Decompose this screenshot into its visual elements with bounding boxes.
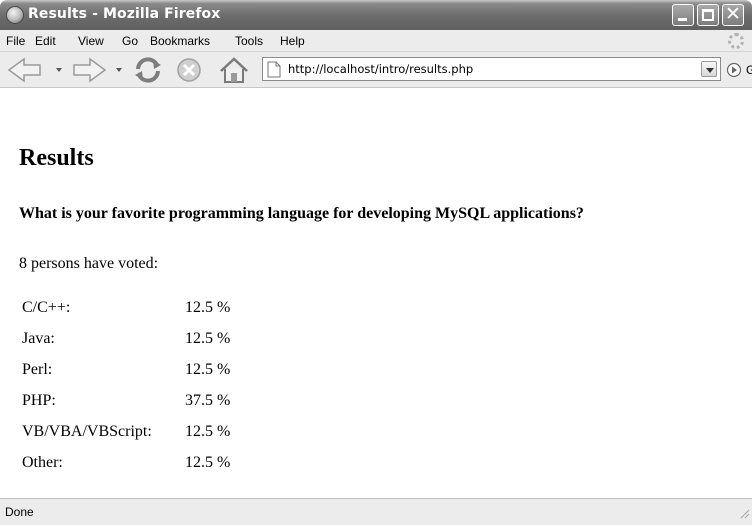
go-label[interactable]: Go	[746, 63, 752, 77]
poll-question: What is your favorite programming langua…	[19, 205, 584, 222]
status-bar: Done	[0, 498, 752, 525]
back-arrow-icon	[7, 57, 41, 83]
percent-cell: 37.5 %	[185, 392, 231, 409]
reload-icon	[135, 57, 161, 83]
stop-button[interactable]	[174, 56, 204, 88]
reload-button[interactable]	[130, 56, 166, 88]
menu-edit[interactable]: Edit	[35, 34, 56, 48]
menu-bookmarks[interactable]: Bookmarks	[150, 34, 210, 48]
close-icon: ✕	[725, 3, 741, 25]
close-button[interactable]: ✕	[722, 3, 744, 26]
forward-history-dropdown[interactable]	[116, 68, 122, 72]
go-icon	[726, 62, 742, 78]
menu-bar: File Edit View Go Bookmarks Tools Help	[0, 30, 752, 52]
menu-go[interactable]: Go	[122, 34, 138, 48]
home-icon	[220, 57, 248, 83]
throbber-icon	[728, 33, 744, 49]
home-button[interactable]	[218, 56, 250, 88]
vote-summary: 8 persons have voted:	[19, 255, 159, 272]
percent-cell: 12.5 %	[185, 423, 231, 440]
page-heading: Results	[19, 145, 94, 171]
address-bar[interactable]: http://localhost/intro/results.php	[262, 57, 721, 81]
title-bar[interactable]: Results - Mozilla Firefox ✕	[0, 0, 752, 30]
back-history-dropdown[interactable]	[56, 68, 62, 72]
table-row: C/C++: 12.5 %	[0, 299, 400, 323]
page-icon	[267, 61, 281, 82]
minimize-button[interactable]	[672, 4, 694, 26]
language-cell: VB/VBA/VBScript:	[22, 423, 152, 440]
url-text[interactable]: http://localhost/intro/results.php	[288, 62, 473, 76]
language-cell: Java:	[22, 330, 55, 347]
table-row: PHP: 37.5 %	[0, 392, 400, 416]
language-cell: PHP:	[22, 392, 56, 409]
percent-cell: 12.5 %	[185, 299, 231, 316]
menu-view[interactable]: View	[78, 34, 104, 48]
resize-grip-icon[interactable]	[738, 504, 750, 523]
percent-cell: 12.5 %	[185, 361, 231, 378]
table-row: Other: 12.5 %	[0, 454, 400, 478]
navigation-toolbar: http://localhost/intro/results.php Go	[0, 52, 752, 88]
status-text: Done	[5, 505, 34, 519]
stop-icon	[177, 58, 201, 82]
forward-button[interactable]	[68, 56, 108, 88]
maximize-icon	[702, 9, 714, 21]
maximize-button[interactable]	[697, 4, 719, 26]
minimize-icon	[678, 18, 687, 21]
language-cell: C/C++:	[22, 299, 71, 316]
url-history-dropdown[interactable]	[701, 61, 717, 77]
percent-cell: 12.5 %	[185, 330, 231, 347]
table-row: Perl: 12.5 %	[0, 361, 400, 385]
back-button[interactable]	[6, 56, 46, 88]
firefox-icon	[6, 6, 24, 24]
table-row: VB/VBA/VBScript: 12.5 %	[0, 423, 400, 447]
go-button[interactable]	[726, 62, 742, 82]
language-cell: Perl:	[22, 361, 53, 378]
page-content: Results What is your favorite programmin…	[0, 89, 752, 498]
forward-arrow-icon	[73, 57, 107, 83]
percent-cell: 12.5 %	[185, 454, 231, 471]
window-title: Results - Mozilla Firefox	[28, 6, 221, 22]
table-row: Java: 12.5 %	[0, 330, 400, 354]
menu-help[interactable]: Help	[280, 34, 305, 48]
language-cell: Other:	[22, 454, 63, 471]
menu-tools[interactable]: Tools	[235, 34, 263, 48]
menu-file[interactable]: File	[6, 34, 25, 48]
